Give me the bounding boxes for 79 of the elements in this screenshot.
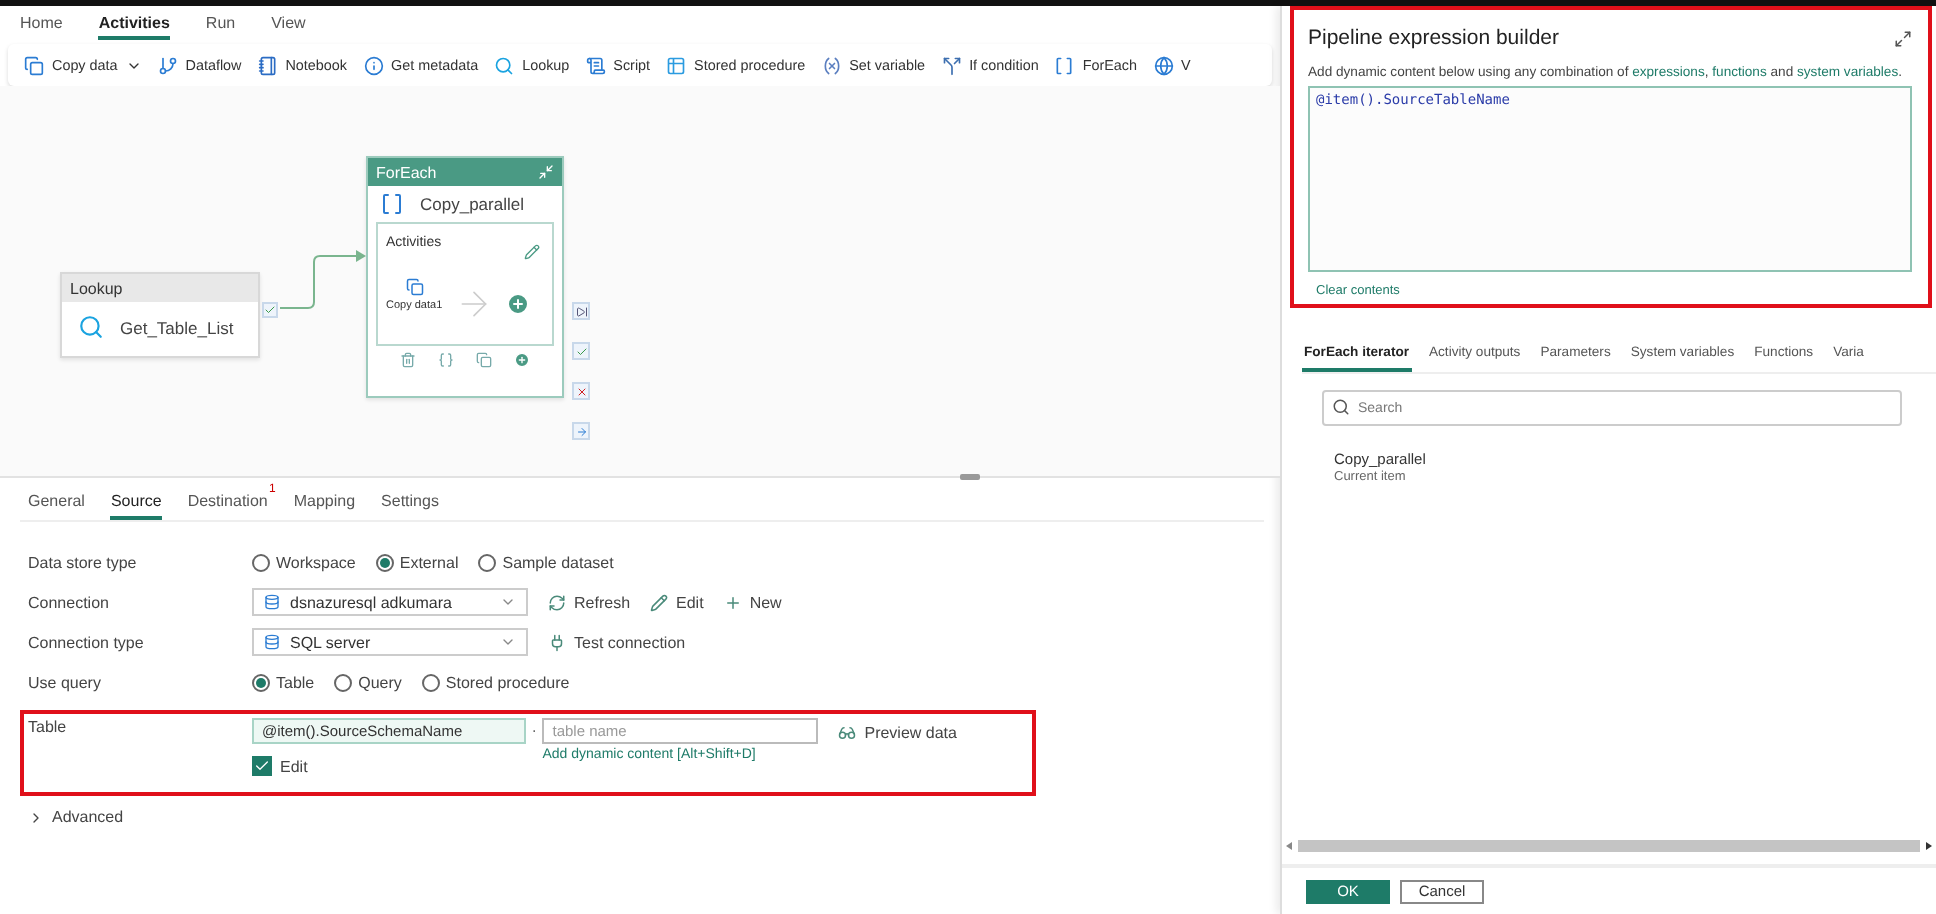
node-header: Lookup xyxy=(70,279,123,297)
connection-select[interactable]: dsnazuresql adkumara xyxy=(252,588,528,616)
field-label: Table xyxy=(28,718,69,740)
connection-type-select[interactable]: SQL server xyxy=(252,628,528,656)
preview-data-button[interactable]: Preview data xyxy=(838,724,957,742)
check-icon[interactable] xyxy=(572,342,590,360)
pencil-icon xyxy=(524,244,540,260)
menu-tab[interactable]: Home xyxy=(20,8,63,40)
search-icon xyxy=(1332,398,1350,416)
properties-tab[interactable]: General xyxy=(28,492,85,520)
notebook-icon xyxy=(257,55,278,75)
expand-icon[interactable] xyxy=(1894,29,1912,47)
skip-icon[interactable] xyxy=(572,302,590,320)
node-header: ForEach xyxy=(376,163,437,181)
branch-icon xyxy=(157,55,178,75)
pencil-icon xyxy=(650,593,669,611)
trash-icon[interactable] xyxy=(399,352,416,368)
check-icon xyxy=(262,302,278,318)
braces-icon[interactable] xyxy=(437,352,454,368)
radio-option[interactable]: Workspace xyxy=(252,553,356,571)
splitter-handle[interactable] xyxy=(960,474,980,480)
lookup-node[interactable]: Lookup Get_Table_List xyxy=(60,272,260,358)
edit-checkbox[interactable]: Edit xyxy=(252,756,526,776)
fork-icon xyxy=(941,55,962,75)
globe-icon xyxy=(1153,55,1173,75)
copy-icon xyxy=(406,278,424,296)
action-button[interactable]: Edit xyxy=(650,593,704,611)
plug-icon xyxy=(548,633,566,651)
chevron-icon xyxy=(28,809,44,825)
field-label: Connection xyxy=(28,593,111,611)
add-icon[interactable] xyxy=(514,352,531,368)
advanced-expander[interactable]: Advanced xyxy=(20,796,1280,826)
close-icon[interactable] xyxy=(572,382,590,400)
error-count: 1 xyxy=(269,484,276,496)
horizontal-scrollbar[interactable] xyxy=(1286,838,1932,854)
plus-icon xyxy=(723,593,742,611)
radio-option[interactable]: External xyxy=(375,553,459,571)
properties-tab[interactable]: Mapping xyxy=(293,492,356,520)
separator-text: . xyxy=(530,718,539,740)
field-label: Connection type xyxy=(28,633,146,651)
radio-option[interactable]: Sample dataset xyxy=(478,553,614,571)
scroll-right-icon[interactable] xyxy=(1924,842,1932,850)
menu-tab[interactable]: Activities xyxy=(98,8,170,40)
table-icon xyxy=(666,55,687,75)
bracket-icon xyxy=(1054,55,1075,75)
database-icon xyxy=(264,634,280,650)
glasses-icon xyxy=(838,724,857,742)
bracket-icon xyxy=(380,192,404,216)
chevron-icon xyxy=(500,634,516,650)
radio-option[interactable]: Query xyxy=(334,673,402,691)
radio-option[interactable]: Stored procedure xyxy=(421,673,570,691)
scroll-left-icon[interactable] xyxy=(1286,842,1294,850)
menu-tab[interactable]: View xyxy=(271,8,306,40)
panel-title: Pipeline expression builder xyxy=(1308,26,1559,50)
radio-option[interactable]: Table xyxy=(252,673,315,691)
database-icon xyxy=(264,594,280,610)
action-button[interactable]: Refresh xyxy=(548,593,631,611)
copy-icon xyxy=(24,55,44,75)
node-name: Copy_parallel xyxy=(420,194,524,214)
field-label: Use query xyxy=(28,673,103,691)
menu-tab[interactable]: Run xyxy=(205,8,236,40)
test-connection-button[interactable]: Test connection xyxy=(548,633,686,651)
collapse-icon xyxy=(538,164,554,180)
copy-icon[interactable] xyxy=(476,352,493,368)
field-label: Data store type xyxy=(28,553,139,571)
action-button[interactable]: New xyxy=(723,593,782,611)
check-icon xyxy=(254,758,270,774)
properties-tab[interactable]: Source xyxy=(110,492,162,520)
chevron-icon xyxy=(500,594,516,610)
scroll-icon xyxy=(585,55,606,75)
info-icon xyxy=(363,55,384,75)
search-icon xyxy=(78,314,104,340)
search-icon xyxy=(494,55,515,75)
node-name: Get_Table_List xyxy=(120,317,234,337)
properties-tab[interactable]: Settings xyxy=(381,492,439,520)
refresh-icon xyxy=(548,593,566,611)
add-icon xyxy=(506,292,530,316)
connector-line xyxy=(280,254,368,310)
variable-icon xyxy=(821,55,842,75)
